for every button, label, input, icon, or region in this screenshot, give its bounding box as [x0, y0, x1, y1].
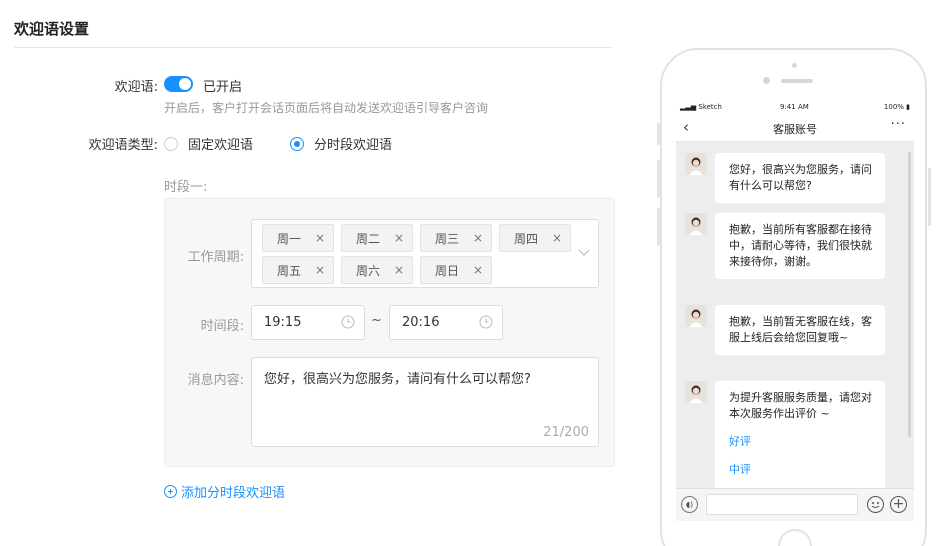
- status-time: 9:41 AM: [780, 103, 809, 111]
- title-divider: [14, 47, 612, 48]
- close-icon[interactable]: ×: [473, 263, 483, 277]
- status-battery: 100% ▮: [883, 103, 910, 111]
- voice-icon[interactable]: ◖): [681, 496, 698, 513]
- radio-fixed-welcome[interactable]: 固定欢迎语: [164, 134, 253, 153]
- end-time-input[interactable]: 20:16: [389, 305, 503, 340]
- message-text: 您好，很高兴为您服务，请问有什么可以帮您?: [264, 372, 531, 387]
- status-bar: ▂▃▅ Sketch 9:41 AM 100% ▮: [676, 99, 914, 115]
- status-carrier: ▂▃▅ Sketch: [680, 103, 722, 111]
- radio-label: 固定欢迎语: [188, 138, 254, 153]
- radio-circle: [164, 136, 178, 151]
- day-tag: 周日 ×: [420, 256, 492, 284]
- time-range-label: 时间段:: [200, 319, 244, 334]
- start-time-value: 19:15: [264, 315, 302, 330]
- emoji-icon[interactable]: [867, 496, 884, 513]
- chat-nav-bar: ‹ 客服账号 ···: [676, 115, 914, 142]
- radio-label: 分时段欢迎语: [314, 138, 393, 153]
- radio-circle-checked: [290, 136, 304, 151]
- day-tag: 周三 ×: [420, 224, 492, 252]
- rating-prompt: 为提升客服服务质量，请您对本次服务作出评价 ~: [729, 391, 872, 420]
- message-textarea[interactable]: 您好，很高兴为您服务，请问有什么可以帮您? 21/200: [251, 357, 599, 447]
- plus-circle-icon: [164, 485, 177, 498]
- start-time-input[interactable]: 19:15: [251, 305, 365, 340]
- chat-scrollbar[interactable]: [908, 152, 911, 437]
- close-icon[interactable]: ×: [315, 263, 325, 277]
- chat-input-bar: ◖) +: [676, 488, 914, 521]
- end-time-value: 20:16: [402, 315, 440, 330]
- chat-input[interactable]: [706, 494, 858, 515]
- chat-bubble: 您好，很高兴为您服务，请问有什么可以帮您?: [715, 153, 885, 203]
- period-title: 时段一:: [164, 180, 208, 195]
- phone-sensor: [792, 63, 797, 68]
- day-tag-label: 周五: [277, 263, 302, 278]
- avatar: [685, 305, 707, 327]
- char-counter: 21/200: [543, 425, 589, 440]
- add-period-link[interactable]: 添加分时段欢迎语: [164, 482, 285, 501]
- plus-icon[interactable]: +: [890, 496, 907, 513]
- chat-messages: 您好，很高兴为您服务，请问有什么可以帮您? 抱歉，当前所有客服都在接待中，请耐心…: [676, 142, 914, 501]
- more-icon[interactable]: ···: [891, 117, 906, 132]
- phone-power-button: [928, 168, 931, 226]
- radio-timed-welcome[interactable]: 分时段欢迎语: [290, 134, 392, 153]
- day-tag-label: 周三: [435, 231, 460, 246]
- clock-icon: [479, 315, 493, 329]
- chat-bubble: 抱歉，当前暂无客服在线，客服上线后会给您回复哦~: [715, 305, 885, 355]
- close-icon[interactable]: ×: [315, 231, 325, 245]
- clock-icon: [341, 315, 355, 329]
- avatar: [685, 213, 707, 235]
- welcome-toggle-state: 已开启: [203, 80, 243, 95]
- chat-bubble-rating: 为提升客服服务质量，请您对本次服务作出评价 ~ 好评 中评: [715, 381, 885, 501]
- work-cycle-label: 工作周期:: [187, 250, 244, 265]
- avatar: [685, 381, 707, 403]
- phone-screen: ▂▃▅ Sketch 9:41 AM 100% ▮ ‹ 客服账号 ··· 您好，…: [676, 99, 914, 521]
- welcome-hint: 开启后，客户打开会话页面后将自动发送欢迎语引导客户咨询: [164, 101, 489, 115]
- welcome-type-label: 欢迎语类型:: [88, 138, 158, 153]
- page-title: 欢迎语设置: [14, 20, 90, 38]
- rating-good-link[interactable]: 好评: [729, 434, 873, 450]
- toggle-knob: [179, 78, 191, 90]
- day-tag-label: 周日: [435, 263, 460, 278]
- add-period-label: 添加分时段欢迎语: [181, 486, 286, 501]
- chat-bubble: 抱歉，当前所有客服都在接待中，请耐心等待，我们很快就来接待你，谢谢。: [715, 213, 885, 279]
- phone-speaker: [781, 79, 813, 83]
- chat-title: 客服账号: [773, 123, 817, 136]
- day-tag-label: 周六: [356, 263, 381, 278]
- day-tag: 周二 ×: [341, 224, 413, 252]
- welcome-label: 欢迎语:: [114, 80, 158, 95]
- welcome-toggle[interactable]: [164, 76, 193, 92]
- close-icon[interactable]: ×: [394, 263, 404, 277]
- message-content-label: 消息内容:: [187, 373, 244, 388]
- avatar: [685, 153, 707, 175]
- day-tag: 周一 ×: [262, 224, 334, 252]
- chevron-down-icon[interactable]: [578, 246, 590, 258]
- close-icon[interactable]: ×: [552, 231, 562, 245]
- day-tag-label: 周二: [356, 231, 381, 246]
- phone-camera: [763, 77, 770, 84]
- day-tag: 周四 ×: [499, 224, 571, 252]
- day-tag: 周六 ×: [341, 256, 413, 284]
- close-icon[interactable]: ×: [394, 231, 404, 245]
- day-tag: 周五 ×: [262, 256, 334, 284]
- day-tag-label: 周一: [277, 231, 302, 246]
- day-tag-label: 周四: [514, 231, 539, 246]
- rating-neutral-link[interactable]: 中评: [729, 462, 873, 478]
- work-cycle-select[interactable]: 周一 × 周二 × 周三 × 周四 × 周五 × 周六 × 周日 ×: [251, 219, 599, 288]
- close-icon[interactable]: ×: [473, 231, 483, 245]
- time-separator: ~: [371, 313, 382, 328]
